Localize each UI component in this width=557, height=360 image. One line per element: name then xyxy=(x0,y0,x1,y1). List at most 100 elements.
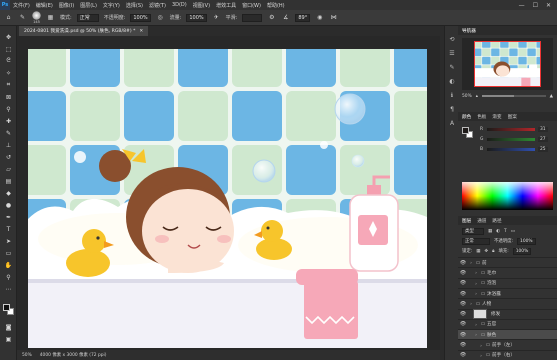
fill-field[interactable]: 100% xyxy=(512,247,532,255)
layer-opacity-field[interactable]: 100% xyxy=(517,237,536,245)
opacity-field[interactable]: 100% xyxy=(130,13,151,22)
brush-tool-icon[interactable]: ✎ xyxy=(3,128,14,138)
tab-swatches[interactable]: 色板 xyxy=(477,114,486,120)
brush-settings-icon[interactable]: ▦ xyxy=(46,13,55,22)
lock-position-icon[interactable]: ✥ xyxy=(484,249,488,254)
tab-navigator[interactable]: 导航器 xyxy=(462,28,476,34)
menu-file[interactable]: 文件(F) xyxy=(10,2,33,9)
blur-tool-icon[interactable]: ◆ xyxy=(3,188,14,198)
close-tab-icon[interactable]: ✕ xyxy=(139,29,143,34)
properties-icon[interactable]: ☰ xyxy=(447,48,457,58)
menu-edit[interactable]: 编辑(E) xyxy=(33,2,56,9)
tab-channels[interactable]: 通道 xyxy=(477,218,486,224)
visibility-eye-icon[interactable]: 👁︎ xyxy=(458,260,468,266)
path-select-tool-icon[interactable]: ➤ xyxy=(3,236,14,246)
smoothing-field[interactable] xyxy=(242,13,263,22)
brush-settings-panel-icon[interactable]: ✎ xyxy=(447,62,457,72)
navigator-zoom-slider[interactable] xyxy=(481,95,546,97)
visibility-eye-icon[interactable]: 👁︎ xyxy=(458,352,468,358)
dodge-tool-icon[interactable]: ● xyxy=(3,200,14,210)
visibility-eye-icon[interactable]: 👁︎ xyxy=(458,301,468,307)
healing-brush-tool-icon[interactable]: ✚ xyxy=(3,116,14,126)
menu-type[interactable]: 文字(Y) xyxy=(100,2,123,9)
zoom-out-icon[interactable]: ▴ xyxy=(476,94,478,99)
lock-pixels-icon[interactable]: ▦ xyxy=(476,249,480,254)
filter-adjust-icon[interactable]: ◐ xyxy=(496,229,500,234)
menu-help[interactable]: 帮助(H) xyxy=(264,2,288,9)
history-brush-tool-icon[interactable]: ↺ xyxy=(3,152,14,162)
home-icon[interactable]: ⌂ xyxy=(4,13,13,22)
lock-all-icon[interactable]: 🔒︎ xyxy=(492,248,494,254)
visibility-eye-icon[interactable]: 👁︎ xyxy=(458,321,468,327)
type-tool-icon[interactable]: T xyxy=(3,224,14,234)
layer-row[interactable]: 👁︎ 修发 xyxy=(458,308,557,320)
quick-select-tool-icon[interactable]: ✧ xyxy=(3,68,14,78)
tab-gradients[interactable]: 渐变 xyxy=(492,114,501,120)
visibility-eye-icon[interactable]: 👁︎ xyxy=(458,280,468,286)
symmetry-icon[interactable]: ⋈ xyxy=(329,13,338,22)
character-icon[interactable]: A xyxy=(447,118,457,128)
zoom-level[interactable]: 50% xyxy=(22,353,32,358)
lasso-tool-icon[interactable]: ᘓ xyxy=(3,56,14,66)
layer-row[interactable]: 👁︎ › ▭ 肤色 xyxy=(458,329,557,340)
blend-mode-select[interactable]: 正常 xyxy=(462,237,490,245)
visibility-eye-icon[interactable]: 👁︎ xyxy=(458,311,468,317)
menu-select[interactable]: 选择(S) xyxy=(123,2,146,9)
layer-row[interactable]: 👁︎ › ▭ 前 xyxy=(458,257,557,267)
color-foreground-swatch[interactable] xyxy=(462,127,469,134)
green-value[interactable]: 27 xyxy=(538,136,548,142)
move-tool-icon[interactable]: ✥ xyxy=(3,32,14,42)
minimize-button[interactable]: — xyxy=(519,2,525,9)
eyedropper-tool-icon[interactable]: ⚲ xyxy=(3,104,14,114)
red-value[interactable]: 31 xyxy=(538,126,548,132)
close-window-button[interactable]: ✕ xyxy=(546,2,551,9)
info-icon[interactable]: ℹ xyxy=(447,90,457,100)
canvas-area[interactable] xyxy=(17,36,440,350)
brush-tool-icon[interactable]: ✎ xyxy=(18,13,27,22)
mode-select[interactable]: 正常 xyxy=(76,13,99,22)
quick-mask-icon[interactable]: ◙ xyxy=(3,322,14,332)
document-size[interactable]: 4000 像素 x 3000 像素 (72 ppi) xyxy=(40,352,107,358)
visibility-eye-icon[interactable]: 👁︎ xyxy=(458,291,468,297)
clone-stamp-tool-icon[interactable]: ⊥ xyxy=(3,140,14,150)
rectangle-tool-icon[interactable]: ▭ xyxy=(3,248,14,258)
red-slider[interactable] xyxy=(487,127,535,131)
frame-tool-icon[interactable]: ⊠ xyxy=(3,92,14,102)
green-slider[interactable] xyxy=(487,137,535,141)
maximize-button[interactable]: ☐ xyxy=(533,2,538,9)
airbrush-icon[interactable]: ✈ xyxy=(212,13,221,22)
paragraph-icon[interactable]: ¶ xyxy=(447,104,457,114)
menu-filter[interactable]: 滤镜(T) xyxy=(146,2,169,9)
visibility-eye-icon[interactable]: 👁︎ xyxy=(458,332,468,338)
filter-shape-icon[interactable]: ▭ xyxy=(511,229,515,234)
visibility-eye-icon[interactable]: 👁︎ xyxy=(458,342,468,348)
pressure-size-icon[interactable]: ◉ xyxy=(315,13,324,22)
pen-tool-icon[interactable]: ✒ xyxy=(3,212,14,222)
pressure-opacity-icon[interactable]: ◎ xyxy=(156,13,165,22)
gradient-tool-icon[interactable]: ▤ xyxy=(3,176,14,186)
eraser-tool-icon[interactable]: ▱ xyxy=(3,164,14,174)
layer-kind-filter[interactable]: 类型 xyxy=(462,227,484,235)
navigator-preview[interactable] xyxy=(474,41,541,87)
document-tab[interactable]: 2024-0801 我爱洗澡.psd @ 50% (肤色, RGB/8#) * … xyxy=(19,26,149,36)
menu-image[interactable]: 图像(I) xyxy=(56,2,77,9)
layer-row[interactable]: 👁︎ › ▭ 人物 xyxy=(458,298,557,308)
more-tools-icon[interactable]: ⋯ xyxy=(3,284,14,294)
artwork-canvas[interactable] xyxy=(28,49,427,348)
tab-layers[interactable]: 图层 xyxy=(462,218,471,224)
layer-row[interactable]: 👁︎ › ▭ 沐浴露 xyxy=(458,287,557,298)
layer-row[interactable]: 👁︎ › ▭ 前手（左） xyxy=(458,339,557,349)
menu-3d[interactable]: 3D(D) xyxy=(169,2,190,8)
menu-window[interactable]: 窗口(W) xyxy=(239,2,264,9)
filter-type-icon[interactable]: T xyxy=(504,229,507,234)
menu-view[interactable]: 视图(V) xyxy=(190,2,213,9)
crop-tool-icon[interactable]: ⌗ xyxy=(3,80,14,90)
flow-field[interactable]: 100% xyxy=(186,13,207,22)
visibility-eye-icon[interactable]: 👁︎ xyxy=(458,270,468,276)
menu-plugins[interactable]: 增效工具 xyxy=(213,2,239,9)
zoom-tool-icon[interactable]: ⚲ xyxy=(3,272,14,282)
blue-value[interactable]: 25 xyxy=(538,146,548,152)
blue-slider[interactable] xyxy=(487,147,535,151)
brush-preset-picker[interactable]: 145 xyxy=(32,11,41,24)
smoothing-options-icon[interactable]: ⚙ xyxy=(267,13,276,22)
